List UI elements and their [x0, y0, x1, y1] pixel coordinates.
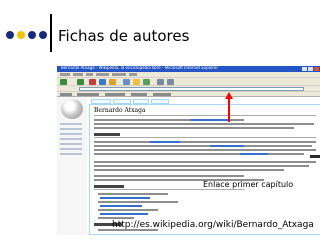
links-item[interactable]	[105, 93, 125, 96]
dot-1	[6, 31, 14, 39]
dot-2	[17, 31, 25, 39]
links-item[interactable]	[153, 93, 171, 96]
title-divider	[50, 14, 52, 52]
slide-title: Fichas de autores	[58, 27, 190, 45]
article-link[interactable]	[210, 145, 244, 147]
decorative-dots	[6, 31, 47, 39]
article-link[interactable]	[240, 153, 268, 155]
article-link[interactable]	[190, 119, 230, 121]
links-item[interactable]	[77, 93, 99, 96]
links-item[interactable]	[131, 93, 147, 96]
article-link[interactable]	[150, 141, 180, 143]
menu-item[interactable]	[86, 73, 93, 76]
sidebar-link[interactable]	[60, 153, 82, 155]
close-icon[interactable]	[314, 67, 319, 71]
text-line	[94, 149, 316, 151]
first-chapter-link[interactable]	[310, 155, 320, 158]
browser-screenshot: Bernardo Atxaga - Wikipedia, la enciclop…	[57, 65, 320, 235]
sidebar-link[interactable]	[60, 133, 82, 135]
text-line	[94, 165, 309, 167]
sidebar-link[interactable]	[60, 143, 82, 145]
red-arrow-icon	[225, 92, 233, 122]
list-link[interactable]	[100, 197, 150, 199]
list-item	[98, 193, 168, 195]
dot-3	[28, 31, 36, 39]
menu-item[interactable]	[96, 73, 109, 76]
text-line	[94, 175, 244, 177]
menu-item[interactable]	[73, 73, 83, 76]
wikipedia-logo[interactable]	[61, 99, 83, 119]
section-heading	[94, 133, 120, 136]
list-item	[98, 201, 178, 203]
heading-rule	[94, 115, 316, 116]
text-line	[94, 127, 294, 129]
text-line	[94, 145, 312, 147]
text-line	[94, 141, 316, 143]
article-content: Bernardo Atxaga	[89, 104, 320, 235]
window-controls	[302, 67, 319, 71]
minimize-icon[interactable]	[302, 67, 307, 71]
list-item	[98, 209, 158, 211]
list-link[interactable]	[100, 205, 142, 207]
links-item[interactable]	[60, 93, 72, 96]
list-link[interactable]	[100, 213, 148, 215]
dot-4	[39, 31, 47, 39]
list-item	[98, 217, 134, 219]
window-title: Bernardo Atxaga - Wikipedia, la enciclop…	[61, 65, 218, 70]
section-heading	[94, 185, 124, 188]
menu-item[interactable]	[112, 73, 126, 76]
browser-toolbar	[57, 77, 320, 85]
article-heading: Bernardo Atxaga	[94, 107, 146, 114]
sidebar-link[interactable]	[60, 123, 82, 125]
section-rule	[94, 137, 316, 138]
maximize-icon[interactable]	[308, 67, 313, 71]
callout-label: Enlace primer capítulo	[203, 180, 294, 189]
wikipedia-sidebar	[57, 97, 87, 235]
text-line	[94, 123, 314, 125]
menu-item[interactable]	[129, 73, 137, 76]
menu-item[interactable]	[60, 73, 70, 76]
text-line	[94, 161, 316, 163]
sidebar-link[interactable]	[60, 128, 82, 130]
sidebar-link[interactable]	[60, 138, 82, 140]
source-url: http://es.wikipedia.org/wiki/Bernardo_At…	[112, 220, 314, 230]
sidebar-nav	[60, 123, 82, 158]
text-line	[94, 153, 304, 155]
wikipedia-page: Bernardo Atxaga	[57, 97, 320, 235]
sidebar-link[interactable]	[60, 148, 82, 150]
text-line	[94, 169, 284, 171]
section-rule	[94, 189, 244, 190]
